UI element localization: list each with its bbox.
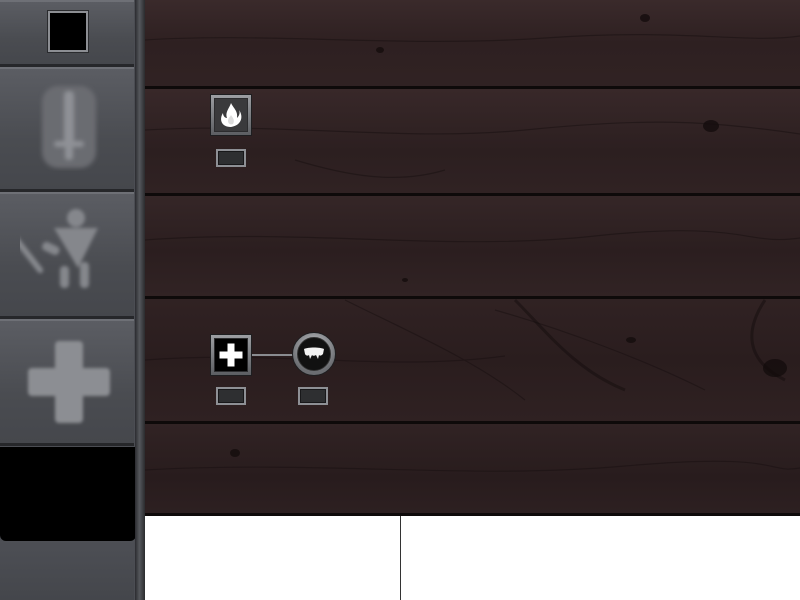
description-panel-right (401, 516, 800, 600)
plus-icon (24, 337, 114, 427)
category-tab-healing[interactable] (0, 319, 134, 446)
skill-level-fangs (298, 387, 328, 405)
sidebar-footer (0, 541, 134, 600)
warrior-icon (20, 206, 104, 296)
skill-tree-board (145, 0, 800, 516)
panel-left-text (145, 516, 400, 532)
description-panel-left (145, 516, 401, 600)
category-tab-weapon[interactable] (0, 67, 134, 192)
wood-plank (145, 196, 800, 299)
skill-level-fire (216, 149, 246, 167)
wood-plank (145, 424, 800, 516)
skill-node-heal[interactable] (210, 334, 252, 376)
cross-icon (218, 342, 244, 368)
color-swatch[interactable] (48, 11, 88, 52)
skill-level-heal (216, 387, 246, 405)
skill-node-fire[interactable] (210, 94, 252, 136)
sword-icon (37, 83, 101, 171)
skill-link (252, 354, 294, 356)
empty-slot (0, 447, 136, 541)
wood-plank (145, 0, 800, 89)
skill-node-fangs[interactable] (292, 332, 336, 376)
sidebar-rail (135, 0, 145, 600)
category-sidebar (0, 0, 145, 600)
category-tab-combat[interactable] (0, 192, 134, 319)
color-tile (0, 0, 134, 67)
panel-right-text (401, 516, 800, 532)
fangs-icon (304, 347, 324, 359)
flame-icon (221, 103, 242, 127)
